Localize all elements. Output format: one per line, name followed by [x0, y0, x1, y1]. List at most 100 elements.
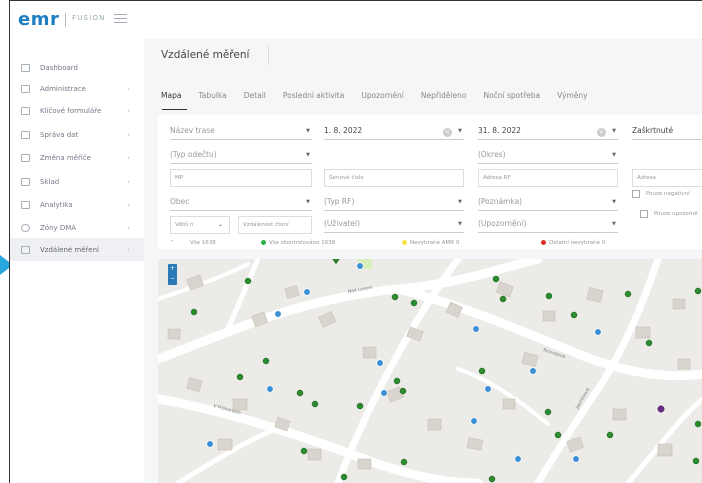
- sidebar-item-dashboard[interactable]: Dashboard: [10, 56, 144, 79]
- meter-marker[interactable]: [624, 290, 632, 298]
- meter-marker[interactable]: [570, 311, 578, 319]
- map-canvas: Rozvojová Nad Lesem V Průhonech Jasmínov…: [158, 259, 702, 483]
- sidebar-item-sprava-dat[interactable]: Správa dat ›: [10, 123, 144, 146]
- meter-marker[interactable]: [393, 377, 401, 385]
- meter-marker-selected[interactable]: [657, 405, 665, 413]
- read-type-select[interactable]: (Typ odečtu) ▼: [170, 147, 312, 164]
- meter-marker[interactable]: [692, 457, 700, 465]
- only-alerts-checkbox[interactable]: Pouze upozorně: [640, 210, 698, 218]
- meter-marker[interactable]: [478, 367, 486, 375]
- compare-operator-select[interactable]: Větší n ⌄: [170, 216, 230, 234]
- meter-marker[interactable]: [492, 275, 500, 283]
- tab-upozorneni[interactable]: Upozornění: [361, 91, 404, 105]
- meter-marker[interactable]: [296, 389, 304, 397]
- meter-marker[interactable]: [300, 447, 308, 455]
- tab-tabulka[interactable]: Tabulka: [198, 91, 226, 105]
- user-select[interactable]: (Uživatel) ▼: [324, 216, 464, 233]
- info-marker[interactable]: [303, 288, 311, 296]
- chevron-right-icon: ›: [127, 84, 130, 93]
- meter-marker[interactable]: [488, 475, 496, 483]
- info-marker[interactable]: [472, 325, 480, 333]
- meter-marker[interactable]: [694, 420, 702, 428]
- sidebar-item-administrace[interactable]: Administrace ›: [10, 77, 144, 100]
- chevron-right-icon: ›: [127, 106, 130, 115]
- info-marker[interactable]: [514, 455, 522, 463]
- info-marker[interactable]: [206, 440, 214, 448]
- meter-marker[interactable]: [544, 408, 552, 416]
- meter-marker[interactable]: [410, 299, 418, 307]
- rf-address-input[interactable]: Adresa RF: [478, 169, 618, 187]
- meter-marker[interactable]: [499, 295, 507, 303]
- alert-select[interactable]: (Upozornění) ▼: [478, 216, 618, 233]
- clear-icon[interactable]: ×: [597, 128, 606, 137]
- compare-operator-value: Větší n: [175, 222, 194, 228]
- logo[interactable]: emr: [18, 9, 59, 30]
- date-to-input[interactable]: 31. 8. 2022 × ▼: [478, 123, 618, 140]
- meter-marker[interactable]: [606, 431, 614, 439]
- meter-marker[interactable]: [244, 277, 252, 285]
- meter-marker[interactable]: [694, 287, 702, 295]
- sidebar-item-zmena-merice[interactable]: Změna měřiče ›: [10, 146, 144, 169]
- meter-marker[interactable]: [545, 292, 553, 300]
- caret-down-icon: ▼: [306, 152, 310, 158]
- meter-marker[interactable]: [311, 400, 319, 408]
- meter-marker[interactable]: [645, 339, 653, 347]
- meter-marker[interactable]: [332, 259, 340, 263]
- tab-posledni-aktivita[interactable]: Poslední aktivita: [283, 91, 344, 105]
- meter-marker[interactable]: [400, 458, 408, 466]
- serial-input[interactable]: Sériové číslo: [324, 169, 464, 187]
- meter-marker[interactable]: [391, 293, 399, 301]
- meter-marker[interactable]: [399, 387, 407, 395]
- sidebar-item-klicove-formulare[interactable]: Klíčové formuláře ›: [10, 99, 144, 122]
- tab-vymeny[interactable]: Výměny: [557, 91, 587, 105]
- mp-input[interactable]: MP: [170, 169, 312, 187]
- date-from-input[interactable]: 1. 8. 2022 × ▼: [324, 123, 464, 140]
- info-marker[interactable]: [274, 310, 282, 318]
- checked-select[interactable]: Zaškrtnuté: [632, 123, 702, 140]
- info-marker[interactable]: [376, 359, 384, 367]
- meter-marker[interactable]: [554, 431, 562, 439]
- sidebar-item-vzdalene-mereni[interactable]: Vzdálené měření ›: [10, 238, 144, 261]
- chevron-right-icon: ›: [127, 130, 130, 139]
- tab-neprideleno[interactable]: Nepřiděleno: [421, 91, 467, 105]
- tab-mapa[interactable]: Mapa: [161, 91, 181, 105]
- note-select[interactable]: (Poznámka) ▼: [478, 194, 618, 211]
- caret-down-icon: ▼: [458, 221, 462, 227]
- info-marker[interactable]: [572, 455, 580, 463]
- info-marker[interactable]: [470, 417, 478, 425]
- clear-icon[interactable]: ×: [443, 128, 452, 137]
- info-marker[interactable]: [529, 367, 537, 375]
- sidebar-item-analytika[interactable]: Analytika ›: [10, 193, 144, 216]
- tab-nocni-spotreba[interactable]: Noční spotřeba: [483, 91, 540, 105]
- caret-down-icon: ▼: [306, 199, 310, 205]
- zoom-out-button[interactable]: −: [168, 274, 177, 284]
- meter-marker[interactable]: [340, 473, 348, 481]
- address-input[interactable]: Adresa: [632, 169, 702, 187]
- district-select[interactable]: (Okres) ▼: [478, 147, 618, 164]
- date-to-value: 31. 8. 2022: [478, 126, 521, 135]
- info-marker[interactable]: [266, 385, 274, 393]
- info-marker[interactable]: [484, 385, 492, 393]
- meter-marker[interactable]: [190, 308, 198, 316]
- only-negative-label: Pouze negativní: [646, 191, 690, 197]
- map-view[interactable]: Rozvojová Nad Lesem V Průhonech Jasmínov…: [158, 259, 702, 483]
- sidebar-item-sklad[interactable]: Sklad ›: [10, 170, 144, 193]
- rf-type-select[interactable]: (Typ RF) ▼: [324, 194, 464, 211]
- meter-marker[interactable]: [262, 357, 270, 365]
- zoom-in-button[interactable]: +: [168, 264, 177, 274]
- info-marker[interactable]: [356, 262, 364, 270]
- collapse-icon[interactable]: ⌃: [170, 240, 175, 246]
- tab-detail[interactable]: Detail: [244, 91, 266, 105]
- active-tab-indicator: [162, 109, 187, 110]
- meter-marker[interactable]: [356, 402, 364, 410]
- menu-toggle-icon[interactable]: [114, 14, 127, 26]
- meter-marker[interactable]: [236, 373, 244, 381]
- sidebar-item-zony-dma[interactable]: Zóny DMA ›: [10, 216, 144, 239]
- top-bar: emr FUSION: [10, 1, 702, 40]
- route-name-select[interactable]: Název trase ▼: [170, 123, 312, 140]
- info-marker[interactable]: [594, 328, 602, 336]
- info-marker[interactable]: [380, 389, 388, 397]
- read-distance-input[interactable]: Vzdálenost čtení: [238, 216, 312, 234]
- only-negative-checkbox[interactable]: Pouze negativní: [632, 190, 690, 198]
- municipality-select[interactable]: Obec ▼: [170, 194, 312, 211]
